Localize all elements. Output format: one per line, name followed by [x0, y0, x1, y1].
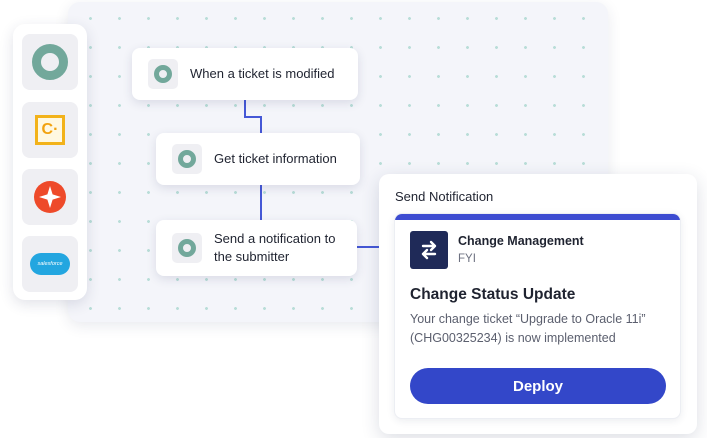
connector-line: [244, 100, 246, 117]
integrations-sidebar: C· salesforce: [13, 24, 87, 300]
message-body: Your change ticket “Upgrade to Oracle 11…: [410, 312, 646, 345]
workflow-step-get-info[interactable]: Get ticket information: [156, 133, 360, 185]
app-name: Change Management: [458, 234, 584, 248]
sidebar-item-workflow-app[interactable]: [22, 34, 78, 90]
step-label: Get ticket information: [214, 151, 337, 166]
star-logo-icon: [34, 181, 66, 213]
c-logo-letter: C·: [41, 121, 59, 138]
ring-logo-icon: [172, 144, 202, 174]
swap-arrows-icon: [410, 231, 448, 269]
message-title: Change Status Update: [410, 286, 576, 303]
step-label: Send a notification to the submitter: [214, 231, 336, 264]
workflow-step-trigger[interactable]: When a ticket is modified: [132, 48, 358, 100]
connector-line: [357, 246, 379, 248]
connector-line: [260, 185, 262, 220]
salesforce-logo-icon: salesforce: [30, 253, 70, 275]
salesforce-logo-text: salesforce: [37, 261, 63, 267]
ring-logo-icon: [32, 44, 68, 80]
card-accent-bar: [395, 214, 680, 220]
send-notification-panel: Send Notification Change Management FYI …: [379, 174, 697, 434]
sidebar-item-salesforce[interactable]: salesforce: [22, 236, 78, 292]
app-subtitle: FYI: [458, 253, 476, 265]
workflow-step-send-notification[interactable]: Send a notification to the submitter: [156, 220, 357, 276]
ring-logo-icon: [172, 233, 202, 263]
panel-title: Send Notification: [395, 189, 494, 204]
connector-line: [260, 116, 262, 134]
deploy-button[interactable]: Deploy: [410, 368, 666, 404]
ring-logo-icon: [148, 59, 178, 89]
sidebar-item-star-app[interactable]: [22, 169, 78, 225]
c-logo-icon: C·: [35, 115, 65, 145]
step-label: When a ticket is modified: [190, 66, 335, 81]
notification-preview-card: Change Management FYI Change Status Upda…: [394, 213, 681, 419]
sidebar-item-c-app[interactable]: C·: [22, 102, 78, 158]
